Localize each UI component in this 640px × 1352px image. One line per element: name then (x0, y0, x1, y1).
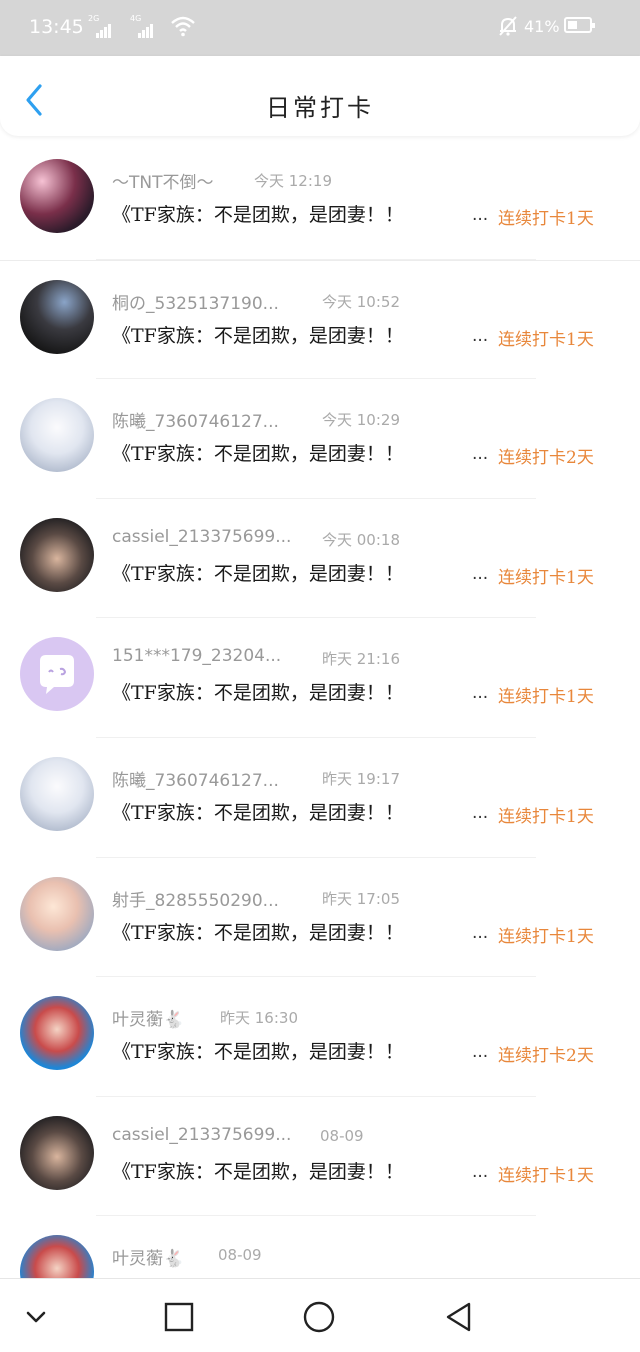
username[interactable]: 151***179_23204... (112, 646, 281, 666)
battery-icon (564, 17, 595, 33)
checkin-time: 今天 10:52 (322, 292, 400, 311)
avatar[interactable] (20, 517, 94, 592)
header-bar: 日常打卡 (0, 56, 640, 136)
username[interactable]: 叶灵蘅🐇 (112, 1005, 184, 1030)
streak-badge: 连续打卡1天 (498, 687, 594, 708)
username[interactable]: 叶灵蘅🐇 (112, 1244, 184, 1269)
list-item[interactable]: 射手_8285550290... 昨天 17:05 《TF家族：不是团欺，是团妻… (0, 858, 640, 978)
sim2-network-tag: 4G (130, 14, 142, 23)
list-item[interactable]: 陈曦_7360746127... 今天 10:29 《TF家族：不是团欺，是团妻… (0, 379, 640, 499)
list-item[interactable]: 叶灵蘅🐇 昨天 16:30 《TF家族：不是团欺，是团妻！！ ... 连续打卡2… (0, 977, 640, 1097)
streak-badge: 连续打卡1天 (498, 567, 594, 588)
battery-percent: 41% (524, 17, 560, 36)
ellipsis: ... (472, 444, 489, 465)
username[interactable]: 射手_8285550290... (112, 886, 279, 911)
avatar[interactable] (20, 996, 94, 1071)
streak-badge: 连续打卡1天 (498, 329, 594, 350)
checkin-time: 昨天 21:16 (322, 650, 400, 669)
checkin-list[interactable]: ～TNT不倒～ 今天 12:19 《TF家族：不是团欺，是团妻！！ ... 连续… (0, 140, 640, 1278)
avatar[interactable] (20, 1115, 94, 1190)
checkin-content[interactable]: 《TF家族：不是团欺，是团妻！！ (112, 1037, 484, 1064)
username[interactable]: cassiel_213375699... (112, 527, 291, 547)
list-item[interactable]: ～TNT不倒～ 今天 12:19 《TF家族：不是团欺，是团妻！！ ... 连续… (0, 140, 640, 260)
checkin-time: 08-09 (320, 1126, 364, 1145)
sim1-network-tag: 2G (88, 14, 100, 23)
checkin-time: 今天 12:19 (254, 172, 332, 190)
ellipsis: ... (472, 802, 489, 823)
list-item[interactable]: 叶灵蘅🐇 08-09 (0, 1216, 640, 1278)
ellipsis: ... (472, 1161, 489, 1182)
streak-badge: 连续打卡1天 (498, 209, 594, 229)
checkin-time: 今天 10:29 (322, 411, 400, 430)
streak-badge: 连续打卡1天 (498, 1165, 594, 1186)
signal-icon: 2G (88, 14, 112, 38)
list-item[interactable]: 陈曦_7360746127... 昨天 19:17 《TF家族：不是团欺，是团妻… (0, 738, 640, 858)
checkin-content[interactable]: 《TF家族：不是团欺，是团妻！！ (112, 918, 484, 945)
checkin-time: 昨天 16:30 (220, 1009, 298, 1028)
avatar[interactable] (20, 1235, 94, 1278)
status-bar: 13:45 2G 4G 41% (0, 0, 640, 56)
checkin-content[interactable]: 《TF家族：不是团欺，是团妻！！ (112, 1157, 484, 1184)
avatar[interactable] (20, 756, 94, 831)
wifi-icon (171, 16, 195, 37)
streak-badge: 连续打卡1天 (498, 926, 594, 947)
avatar[interactable] (20, 279, 94, 354)
checkin-content[interactable]: 《TF家族：不是团欺，是团妻！！ (112, 321, 484, 348)
checkin-content[interactable]: 《TF家族：不是团欺，是团妻！！ (112, 678, 484, 705)
username[interactable]: cassiel_213375699... (112, 1125, 291, 1145)
avatar[interactable] (20, 876, 94, 951)
list-item[interactable]: 桐の_5325137190... 今天 10:52 《TF家族：不是团欺，是团妻… (0, 259, 640, 380)
checkin-time: 昨天 17:05 (322, 889, 400, 908)
streak-badge: 连续打卡2天 (498, 448, 594, 469)
page-title: 日常打卡 (266, 94, 374, 122)
ellipsis: ... (472, 683, 489, 704)
back-triangle-icon[interactable] (443, 1301, 475, 1333)
list-item[interactable]: 151***179_23204... 昨天 21:16 《TF家族：不是团欺，是… (0, 618, 640, 738)
checkin-content[interactable]: 《TF家族：不是团欺，是团妻！！ (112, 559, 484, 586)
username[interactable]: 陈曦_7360746127... (112, 407, 279, 432)
checkin-content[interactable]: 《TF家族：不是团欺，是团妻！！ (112, 798, 484, 825)
avatar[interactable] (20, 637, 94, 712)
clock: 13:45 (29, 16, 84, 38)
chat-bubble-icon (40, 655, 74, 695)
list-item[interactable]: cassiel_213375699... 08-09 《TF家族：不是团欺，是团… (0, 1097, 640, 1217)
username[interactable]: 桐の_5325137190... (112, 289, 279, 314)
ellipsis: ... (472, 922, 489, 943)
recents-square-icon[interactable] (163, 1301, 195, 1333)
streak-badge: 连续打卡2天 (498, 1046, 594, 1067)
checkin-content[interactable]: 《TF家族：不是团欺，是团妻！！ (112, 439, 484, 466)
ellipsis: ... (472, 205, 489, 225)
ellipsis: ... (472, 325, 489, 346)
username[interactable]: 陈曦_7360746127... (112, 766, 279, 791)
signal-icon: 4G (130, 14, 154, 38)
collapse-chevron-icon[interactable] (20, 1301, 52, 1333)
list-item[interactable]: cassiel_213375699... 今天 00:18 《TF家族：不是团欺… (0, 499, 640, 619)
ellipsis: ... (472, 1042, 489, 1063)
username[interactable]: ～TNT不倒～ (112, 168, 214, 193)
checkin-time: 今天 00:18 (322, 530, 400, 549)
ellipsis: ... (472, 563, 489, 584)
checkin-time: 08-09 (218, 1246, 262, 1265)
streak-badge: 连续打卡1天 (498, 806, 594, 827)
avatar[interactable] (20, 398, 94, 473)
mute-icon (499, 16, 517, 36)
home-circle-icon[interactable] (303, 1301, 335, 1333)
system-navigation-bar (0, 1278, 640, 1352)
checkin-time: 昨天 19:17 (322, 769, 400, 788)
avatar[interactable] (20, 159, 94, 233)
checkin-content[interactable]: 《TF家族：不是团欺，是团妻！！ (112, 200, 484, 227)
